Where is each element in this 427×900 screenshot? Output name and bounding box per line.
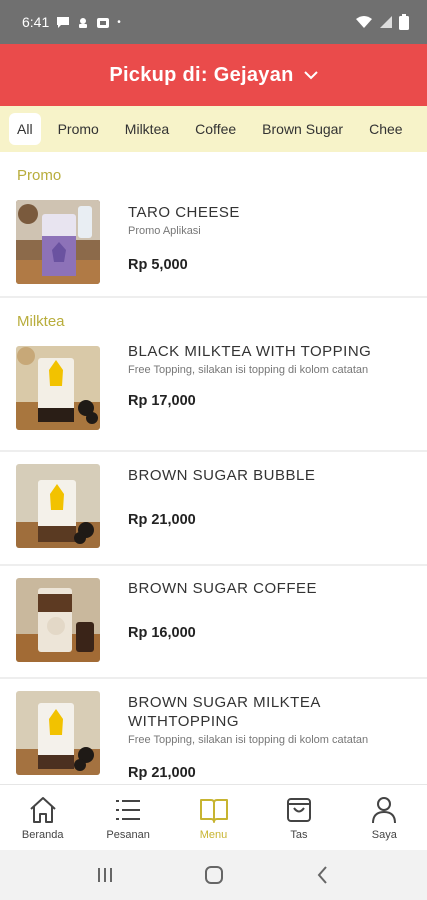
calendar-icon xyxy=(97,17,110,28)
product-image xyxy=(16,691,100,775)
product-name: BLACK MILKTEA WITH TOPPING xyxy=(128,343,372,360)
signal-icon xyxy=(380,16,392,28)
product-name: BROWN SUGAR MILKTEA WITHTOPPING xyxy=(128,694,321,730)
product-name: TARO CHEESE xyxy=(128,204,240,221)
nav-label: Beranda xyxy=(21,828,64,841)
product-list[interactable]: Promo TARO CHEESE Promo Aplikasi Rp 5,00… xyxy=(0,152,427,784)
battery-icon xyxy=(399,14,409,30)
tab-cheese[interactable]: Chee xyxy=(360,113,411,145)
section-title-milktea: Milktea xyxy=(17,313,65,330)
wifi-icon xyxy=(356,16,372,28)
product-image xyxy=(16,464,100,548)
product-name: BROWN SUGAR COFFEE xyxy=(128,580,318,597)
notification-icon xyxy=(79,17,88,28)
section-title-promo: Promo xyxy=(17,167,62,184)
product-name: BROWN SUGAR BUBBLE xyxy=(128,467,316,484)
tab-promo[interactable]: Promo xyxy=(49,113,108,145)
pickup-location-selector[interactable]: Pickup di: Gejayan xyxy=(0,44,427,106)
product-item[interactable]: BLACK MILKTEA WITH TOPPING Free Topping,… xyxy=(0,340,427,452)
product-item[interactable]: TARO CHEESE Promo Aplikasi Rp 5,000 xyxy=(0,194,427,298)
product-item[interactable]: BROWN SUGAR BUBBLE Rp 21,000 xyxy=(0,452,427,566)
tab-coffee[interactable]: Coffee xyxy=(186,113,245,145)
page-title: Pickup di: Gejayan xyxy=(109,63,294,86)
category-tabs: All Promo Milktea Coffee Brown Sugar Che… xyxy=(0,106,427,152)
product-price: Rp 17,000 xyxy=(128,393,196,409)
user-icon xyxy=(372,796,397,823)
status-bar: 6:41 • xyxy=(0,0,427,44)
product-item[interactable]: BROWN SUGAR MILKTEA WITHTOPPING Free Top… xyxy=(0,679,427,784)
status-dot: • xyxy=(117,16,121,28)
product-description: Promo Aplikasi xyxy=(128,225,201,237)
product-price: Rp 16,000 xyxy=(128,625,196,641)
product-description: Free Topping, silakan isi topping di kol… xyxy=(128,364,369,376)
chevron-down-icon xyxy=(303,71,318,80)
product-description: Free Topping, silakan isi topping di kol… xyxy=(128,734,369,746)
back-icon[interactable] xyxy=(312,864,334,886)
home-icon xyxy=(30,796,56,823)
bag-icon xyxy=(286,797,311,822)
list-icon xyxy=(116,799,141,820)
product-price: Rp 21,000 xyxy=(128,765,196,781)
tab-all[interactable]: All xyxy=(9,113,41,145)
tab-brown-sugar[interactable]: Brown Sugar xyxy=(253,113,352,145)
message-icon xyxy=(57,16,70,28)
nav-pesanan[interactable]: Pesanan xyxy=(85,785,170,850)
recent-apps-icon[interactable] xyxy=(94,864,116,886)
nav-tas[interactable]: Tas xyxy=(256,785,341,850)
product-price: Rp 21,000 xyxy=(128,512,196,528)
nav-label: Tas xyxy=(290,828,308,841)
nav-label: Menu xyxy=(199,828,228,841)
product-item[interactable]: BROWN SUGAR COFFEE Rp 16,000 xyxy=(0,566,427,679)
product-image xyxy=(16,578,100,662)
nav-beranda[interactable]: Beranda xyxy=(0,785,85,850)
nav-saya[interactable]: Saya xyxy=(342,785,427,850)
tab-milktea[interactable]: Milktea xyxy=(116,113,178,145)
home-button-icon[interactable] xyxy=(203,864,225,886)
nav-label: Pesanan xyxy=(106,828,150,841)
book-icon xyxy=(199,798,228,823)
nav-menu[interactable]: Menu xyxy=(171,785,256,850)
product-price: Rp 5,000 xyxy=(128,257,188,273)
nav-label: Saya xyxy=(371,828,397,841)
status-time: 6:41 xyxy=(22,14,50,30)
system-navigation-bar xyxy=(0,850,427,900)
product-image xyxy=(16,346,100,430)
product-image xyxy=(16,200,100,284)
bottom-navigation: Beranda Pesanan Menu Tas Saya xyxy=(0,784,427,850)
